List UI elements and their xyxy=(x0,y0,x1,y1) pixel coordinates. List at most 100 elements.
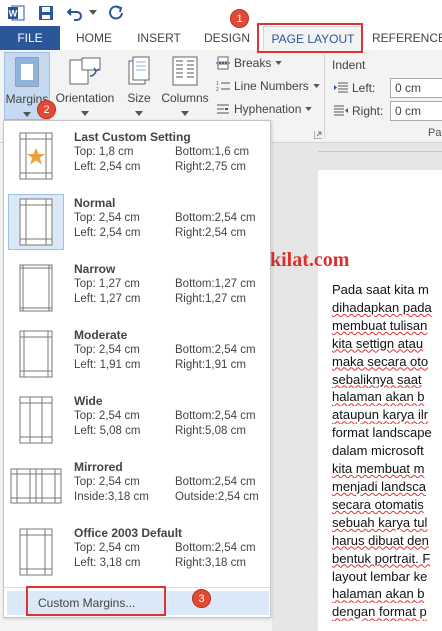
tab-home[interactable]: HOME xyxy=(66,26,122,50)
tab-file[interactable]: FILE xyxy=(0,26,60,50)
margin-option-values: Top: 2,54 cm Bottom:2,54 cm Left: 5,08 cm… xyxy=(74,409,256,439)
margin-right-value: Right:5,08 cm xyxy=(175,425,246,437)
margin-option-last-custom[interactable]: Last Custom Setting Top: 1,8 cm Bottom:1,… xyxy=(4,123,270,189)
tab-design[interactable]: DESIGN xyxy=(198,26,256,50)
chevron-down-icon xyxy=(181,111,189,116)
margin-top-value: Top: 2,54 cm xyxy=(74,542,140,554)
margin-top-value: Top: 2,54 cm xyxy=(74,410,140,422)
page-size-icon xyxy=(128,56,150,85)
doc-line: sebuah karya tul xyxy=(332,514,428,530)
margins-dropdown-menu: Last Custom Setting Top: 1,8 cm Bottom:1,… xyxy=(3,120,271,618)
step-badge-1: 1 xyxy=(230,9,249,28)
orientation-icon xyxy=(69,57,101,85)
margin-top-value: Top: 2,54 cm xyxy=(74,212,140,224)
columns-icon xyxy=(172,56,198,86)
margin-bottom-value: Bottom:2,54 cm xyxy=(175,542,256,554)
margin-left-value: Left: 2,54 cm xyxy=(74,161,141,173)
indent-left-icon xyxy=(334,82,348,93)
margin-option-name: Mirrored xyxy=(74,460,123,474)
margin-left-value: Left: 5,08 cm xyxy=(74,425,141,437)
margin-preview-icon xyxy=(8,392,64,448)
highlight-page-layout xyxy=(257,23,363,53)
margin-inside-value: Inside:3,18 cm xyxy=(74,491,149,503)
margin-option-name: Narrow xyxy=(74,262,116,276)
columns-button[interactable]: Columns xyxy=(160,52,210,120)
margin-right-value: Right:1,91 cm xyxy=(175,359,246,371)
doc-line: sebaliknya saat xyxy=(332,371,422,387)
indent-left-input[interactable]: 0 cm xyxy=(390,78,442,98)
line-numbers-button[interactable]: 12 Line Numbers xyxy=(216,79,320,93)
margin-option-moderate[interactable]: Moderate Top: 2,54 cm Bottom:2,54 cm Left… xyxy=(4,321,270,387)
doc-line: Pada saat kita m xyxy=(332,282,429,297)
doc-line: maka secara oto xyxy=(332,353,429,369)
step-badge-3: 3 xyxy=(192,589,211,608)
dialog-launcher-icon[interactable] xyxy=(313,128,322,142)
margin-option-name: Office 2003 Default xyxy=(74,526,183,540)
margin-option-values: Top: 1,27 cm Bottom:1,27 cm Left: 1,27 cm… xyxy=(74,277,256,307)
tab-references[interactable]: REFERENCES xyxy=(372,26,442,50)
indent-right-icon xyxy=(334,105,348,116)
margin-option-mirrored[interactable]: Mirrored Top: 2,54 cm Bottom:2,54 cm Insi… xyxy=(4,453,270,519)
redo-icon[interactable] xyxy=(106,3,126,23)
group-divider xyxy=(324,54,325,138)
margin-option-narrow[interactable]: Narrow Top: 1,27 cm Bottom:1,27 cm Left: … xyxy=(4,255,270,321)
doc-line: halaman akan b xyxy=(332,586,425,602)
chevron-down-icon xyxy=(23,112,31,117)
margin-option-wide[interactable]: Wide Top: 2,54 cm Bottom:2,54 cm Left: 5,… xyxy=(4,387,270,453)
margin-right-value: Right:1,27 cm xyxy=(175,293,246,305)
doc-line: membuat tulisan xyxy=(332,317,428,333)
margin-outside-value: Outside:2,54 cm xyxy=(175,491,259,503)
line-numbers-label: Line Numbers xyxy=(234,79,309,93)
doc-line: dihadapkan pada xyxy=(332,299,432,315)
margin-right-value: Right:2,54 cm xyxy=(175,227,246,239)
undo-dropdown-icon[interactable] xyxy=(88,3,98,23)
chevron-down-icon xyxy=(275,61,283,65)
hyphenation-button[interactable]: Hyphenation xyxy=(216,102,313,116)
breaks-label: Breaks xyxy=(234,56,272,70)
indent-right-label: Right: xyxy=(352,104,384,118)
save-icon[interactable] xyxy=(36,3,56,23)
indent-right-input[interactable]: 0 cm xyxy=(390,101,442,121)
size-button[interactable]: Size xyxy=(120,52,158,120)
step-badge-2: 2 xyxy=(37,100,56,119)
margin-option-office-2003[interactable]: Office 2003 Default Top: 2,54 cm Bottom:2… xyxy=(4,519,270,585)
margin-preview-icon xyxy=(8,524,64,580)
margin-preview-icon xyxy=(8,128,64,184)
undo-icon[interactable] xyxy=(64,3,86,23)
word-app-icon[interactable]: W xyxy=(6,3,26,23)
chevron-down-icon xyxy=(305,107,313,111)
margin-top-value: Top: 2,54 cm xyxy=(74,344,140,356)
margin-option-name: Wide xyxy=(74,394,103,408)
margin-option-name: Moderate xyxy=(74,328,128,342)
hyphenation-label: Hyphenation xyxy=(234,102,302,116)
ribbon-tabs: FILE HOME INSERT DESIGN PAGE LAYOUT REFE… xyxy=(0,26,442,51)
chevron-down-icon xyxy=(313,84,320,88)
margin-bottom-value: Bottom:1,27 cm xyxy=(175,278,256,290)
margin-right-value: Right:2,75 cm xyxy=(175,161,246,173)
doc-line: ataupun karya ilr xyxy=(332,407,429,423)
indent-left-row: Left: xyxy=(334,81,375,95)
margin-right-value: Right:3,18 cm xyxy=(175,557,246,569)
doc-line: kita membuat m xyxy=(332,461,425,477)
margin-option-values: Top: 2,54 cm Bottom:2,54 cm Left: 1,91 cm… xyxy=(74,343,256,373)
orientation-button[interactable]: Orientation xyxy=(52,52,118,120)
size-label: Size xyxy=(127,91,151,105)
breaks-button[interactable]: Breaks xyxy=(216,56,283,70)
highlight-custom-margins xyxy=(26,586,166,616)
paragraph-group-label: Pa xyxy=(428,127,442,139)
tab-insert[interactable]: INSERT xyxy=(130,26,188,50)
doc-line: secara otomatis xyxy=(332,496,424,512)
doc-line: format landscape xyxy=(332,425,432,441)
margin-option-name: Normal xyxy=(74,196,116,210)
doc-line: harus dibuat den xyxy=(332,532,429,548)
doc-line: bentuk portrait. F xyxy=(332,550,431,566)
doc-line: dengan format p xyxy=(332,604,427,620)
margin-bottom-value: Bottom:2,54 cm xyxy=(175,344,256,356)
chevron-down-icon xyxy=(81,111,89,116)
doc-line: menjadi landsca xyxy=(332,478,426,494)
orientation-label: Orientation xyxy=(55,91,115,105)
margin-option-normal[interactable]: Normal Top: 2,54 cm Bottom:2,54 cm Left: … xyxy=(4,189,270,255)
document-body-text[interactable]: Pada saat kita m dihadapkan pada membuat… xyxy=(332,281,442,621)
columns-label: Columns xyxy=(161,91,209,105)
margin-option-values: Top: 2,54 cm Bottom:2,54 cm Left: 2,54 cm… xyxy=(74,211,256,241)
